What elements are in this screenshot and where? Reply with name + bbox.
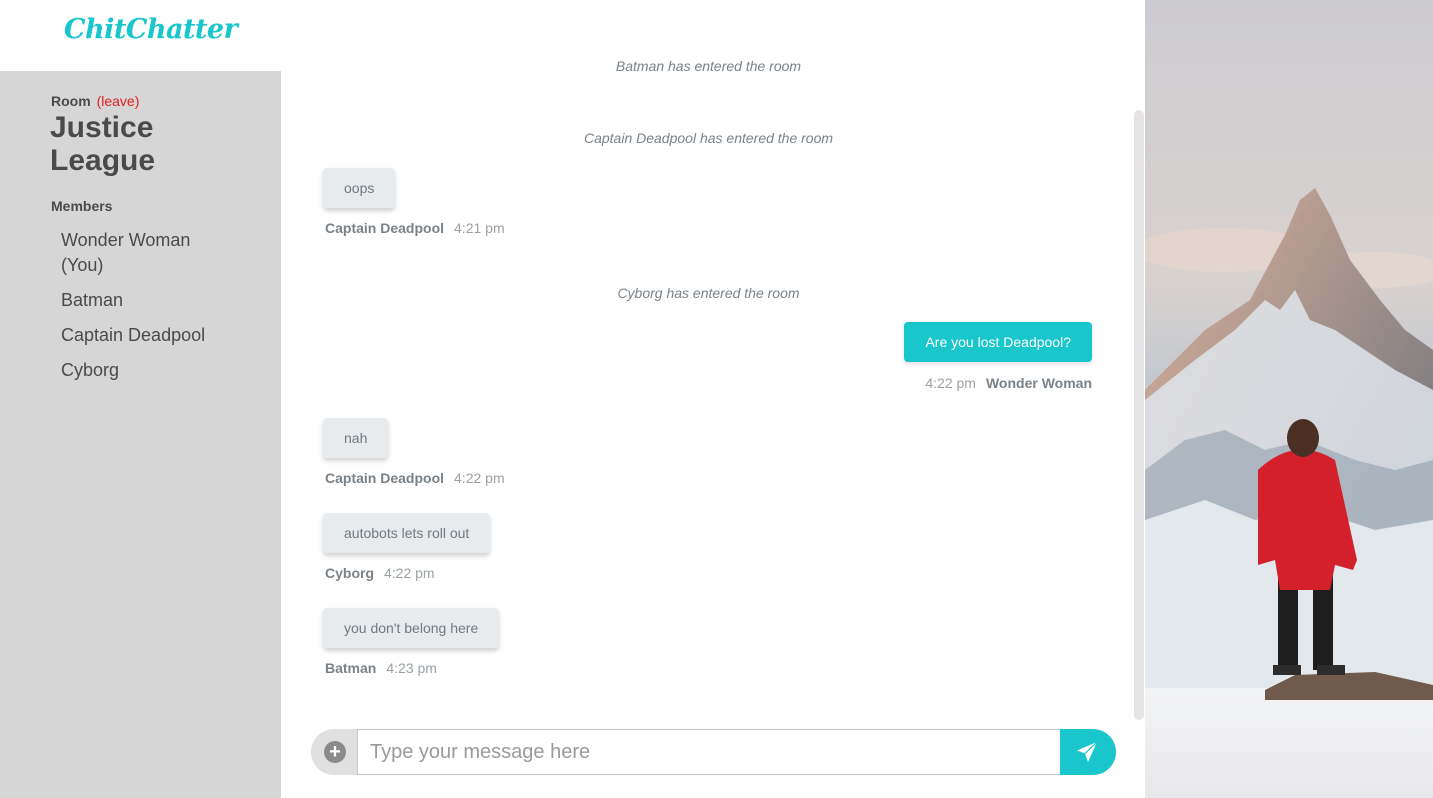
message-author: Cyborg — [325, 565, 374, 581]
paper-plane-icon — [1077, 741, 1098, 762]
message-meta: Cyborg 4:22 pm — [325, 565, 435, 581]
plus-circle-icon: + — [324, 741, 346, 763]
message-meta: Captain Deadpool 4:21 pm — [325, 220, 505, 236]
system-message: Batman has entered the room — [615, 60, 802, 74]
message-meta: Captain Deadpool 4:22 pm — [325, 470, 505, 486]
header: ChitChatter — [0, 0, 281, 71]
message-time: 4:21 pm — [454, 220, 505, 236]
message-meta: 4:22 pm Wonder Woman — [925, 375, 1092, 391]
system-message: Cyborg has entered the room — [617, 285, 800, 301]
chat-panel: Batman has entered the room Captain Dead… — [281, 0, 1145, 798]
message-time: 4:22 pm — [384, 565, 435, 581]
message-composer: + — [311, 729, 1116, 775]
room-label-line: Room (leave) — [51, 93, 139, 109]
members-list: Wonder Woman (You) Batman Captain Deadpo… — [61, 228, 231, 393]
room-label: Room — [51, 93, 91, 109]
message-author: Wonder Woman — [985, 375, 1092, 391]
incoming-message-bubble: oops — [323, 168, 396, 208]
sidebar: Room (leave) Justice League Members Wond… — [0, 71, 281, 798]
message-author: Batman — [325, 660, 377, 676]
incoming-message-bubble: autobots lets roll out — [323, 513, 491, 553]
message-time: 4:22 pm — [925, 375, 976, 391]
room-name: Justice League — [50, 111, 156, 177]
send-button[interactable] — [1060, 729, 1116, 775]
message-list[interactable]: Batman has entered the room Captain Dead… — [281, 60, 1145, 710]
message-author: Captain Deadpool — [325, 470, 445, 486]
message-author: Captain Deadpool — [325, 220, 445, 236]
system-message: Captain Deadpool has entered the room — [583, 130, 834, 146]
chat-app: ChitChatter Room (leave) Justice League … — [0, 0, 1433, 798]
app-logo[interactable]: ChitChatter — [64, 14, 238, 45]
incoming-message-bubble: you don't belong here — [323, 608, 500, 648]
message-time: 4:23 pm — [386, 660, 437, 676]
background-photo — [1145, 0, 1433, 798]
leave-room-link[interactable]: (leave) — [97, 93, 140, 109]
message-time: 4:22 pm — [454, 470, 505, 486]
mountain-hiker-image — [1145, 0, 1433, 798]
member-item: Cyborg — [61, 360, 120, 380]
message-meta: Batman 4:23 pm — [325, 660, 437, 676]
attach-button[interactable]: + — [311, 729, 359, 775]
member-item: Captain Deadpool — [61, 325, 206, 345]
member-item: Batman — [61, 290, 124, 310]
incoming-message-bubble: nah — [323, 418, 389, 458]
member-item: Wonder Woman (You) — [61, 230, 191, 275]
message-input[interactable] — [357, 729, 1061, 775]
outgoing-message-bubble: Are you lost Deadpool? — [904, 322, 1092, 362]
members-heading: Members — [51, 198, 113, 214]
scrollbar[interactable] — [1134, 110, 1144, 720]
